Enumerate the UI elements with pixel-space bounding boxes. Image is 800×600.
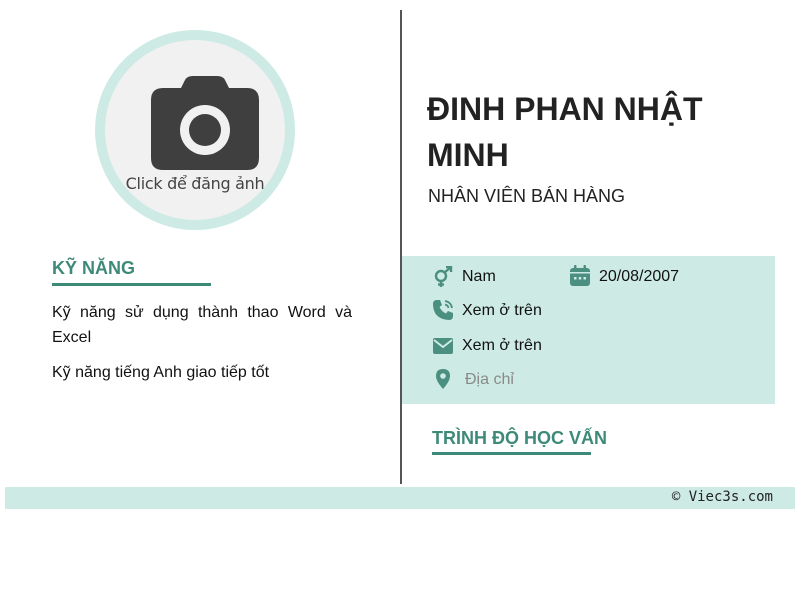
camera-icon: [151, 76, 259, 170]
footer-copyright: © Viec3s.com: [671, 489, 773, 505]
photo-upload[interactable]: Click để đăng ảnh: [95, 30, 295, 230]
phone-value[interactable]: Xem ở trên: [462, 302, 542, 320]
skill-item[interactable]: Kỹ năng tiếng Anh giao tiếp tốt: [52, 360, 352, 385]
skills-title: KỸ NĂNG: [52, 258, 136, 278]
skill-item[interactable]: Kỹ năng sử dụng thành thao Word và Excel: [52, 300, 352, 350]
email-icon: [433, 338, 453, 354]
address-field[interactable]: Địa chỉ: [465, 371, 514, 389]
calendar-icon: [570, 265, 590, 286]
candidate-name[interactable]: ĐINH PHAN NHẬT MINH: [427, 86, 727, 178]
education-title: TRÌNH ĐỘ HỌC VẤN: [432, 428, 607, 448]
education-underline: [432, 452, 591, 455]
contact-info-box: Nam 20/08/2007 Xem ở trên Xem ở trên Địa…: [402, 256, 775, 404]
gender-icon: [434, 266, 453, 287]
gender-value[interactable]: Nam: [462, 268, 496, 286]
birthdate-value[interactable]: 20/08/2007: [599, 268, 679, 286]
location-pin-icon: [436, 369, 450, 389]
photo-upload-label: Click để đăng ảnh: [125, 174, 265, 193]
job-title[interactable]: NHÂN VIÊN BÁN HÀNG: [428, 186, 625, 207]
column-divider: [400, 10, 402, 484]
phone-icon: [433, 300, 453, 320]
email-value[interactable]: Xem ở trên: [462, 337, 542, 355]
skills-underline: [52, 283, 211, 286]
footer-bar: © Viec3s.com: [5, 487, 795, 509]
photo-placeholder: Click để đăng ảnh: [105, 40, 285, 220]
